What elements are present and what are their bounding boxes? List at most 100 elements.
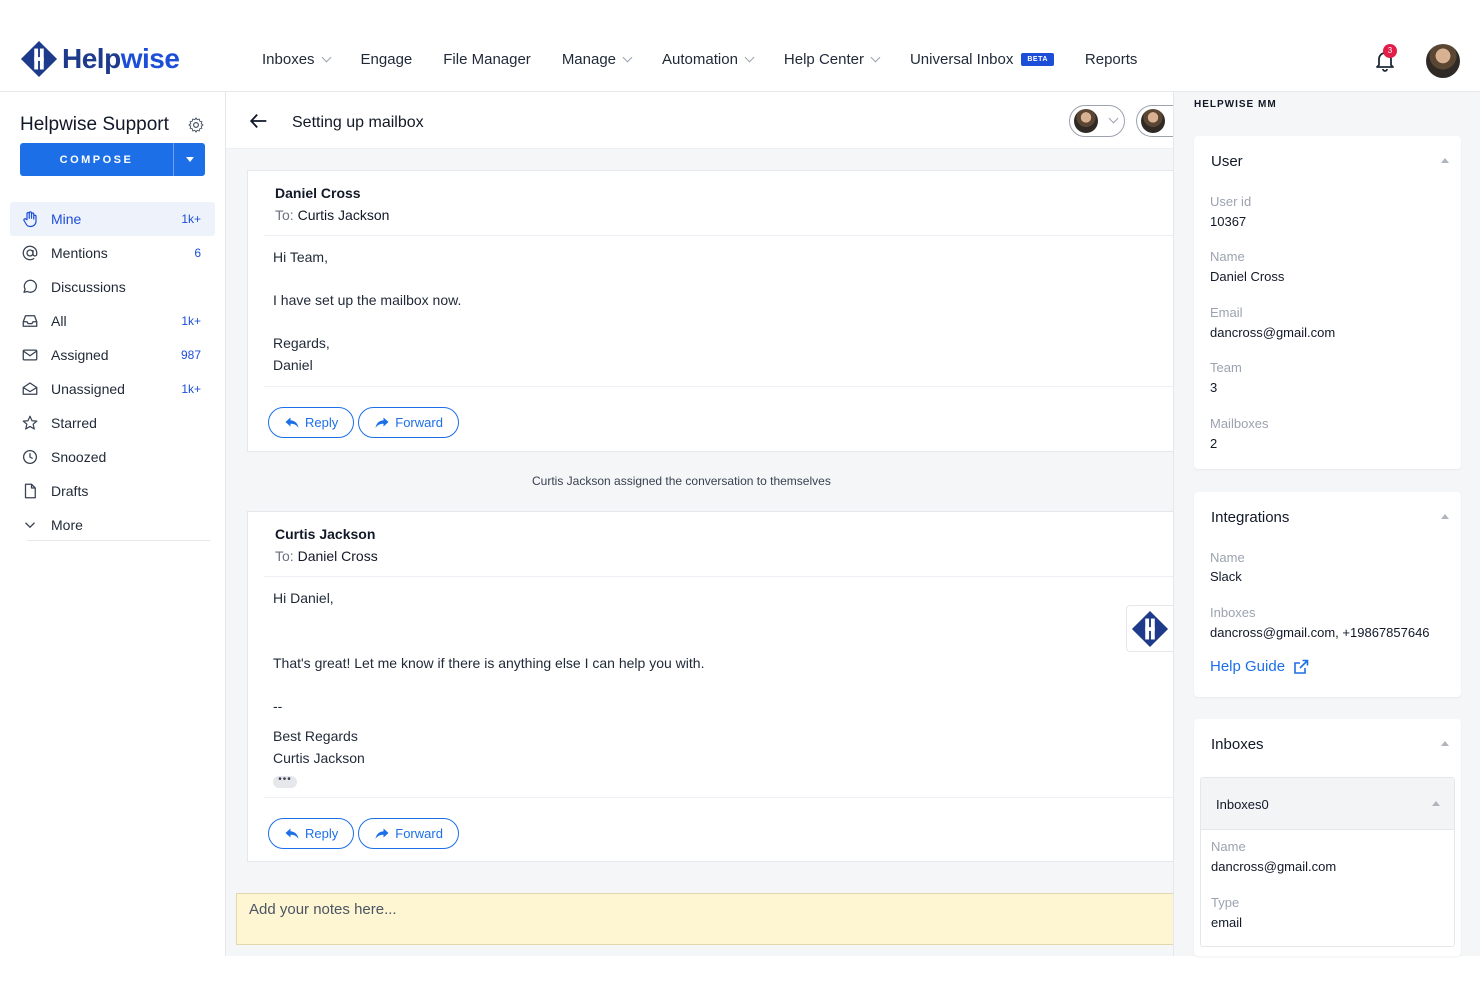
nav-manage[interactable]: Manage (562, 51, 633, 68)
nav-reports[interactable]: Reports (1085, 51, 1138, 68)
conversation-title: Setting up mailbox (292, 114, 424, 131)
notification-badge: 3 (1383, 44, 1397, 58)
workspace-title: Helpwise Support (20, 114, 169, 135)
gear-icon[interactable] (187, 116, 205, 134)
chevron-down-icon (1108, 113, 1119, 124)
collapse-caret-icon[interactable] (1441, 514, 1449, 519)
helpwise-widget-button[interactable] (1126, 605, 1173, 652)
at-icon (22, 245, 38, 261)
field-value: 2 (1210, 436, 1218, 451)
message-actions: Reply Forward (268, 407, 459, 438)
avatar (1074, 109, 1098, 133)
inboxes-card: Inboxes Inboxes0 Name dancross@gmail.com… (1194, 719, 1461, 956)
reply-button[interactable]: Reply (268, 407, 355, 438)
recipient-line: To: Curtis Jackson (275, 207, 390, 223)
field-label: Name (1211, 839, 1246, 854)
inbox-subcard-header[interactable]: Inboxes0 (1201, 778, 1454, 830)
field-label: Name (1210, 550, 1245, 565)
nav-universal-inbox[interactable]: Universal Inbox BETA (910, 51, 1054, 68)
chevron-down-icon (870, 52, 881, 63)
count-badge: 6 (194, 246, 201, 260)
clock-icon (22, 449, 38, 465)
inbox-subcard: Inboxes0 Name dancross@gmail.com Type em… (1200, 777, 1455, 947)
hand-icon (23, 211, 37, 228)
card-title: User (1211, 153, 1243, 170)
field-label: Email (1210, 305, 1243, 320)
compose-label: COMPOSE (59, 153, 134, 166)
compose-dropdown-button[interactable] (173, 143, 205, 176)
nav-file-manager[interactable]: File Manager (443, 51, 531, 68)
message-header: Daniel Cross To: Curtis Jackson (264, 171, 1173, 236)
chat-icon (23, 279, 37, 293)
file-icon (24, 483, 36, 499)
reply-button[interactable]: Reply (268, 818, 355, 849)
sidebar-item-assigned[interactable]: Assigned 987 (10, 338, 215, 372)
mail-icon (22, 349, 38, 361)
top-navbar: Helpwise Inboxes Engage File Manager Man… (0, 0, 1480, 92)
show-trimmed-button[interactable]: ••• (273, 775, 297, 788)
user-card: User User id 10367 Name Daniel Cross Ema… (1194, 136, 1461, 469)
helpwise-logo[interactable]: Helpwise (20, 40, 180, 78)
external-link-icon (1294, 659, 1309, 674)
reply-icon (285, 417, 299, 428)
collapse-caret-icon[interactable] (1441, 158, 1449, 163)
nav-engage[interactable]: Engage (361, 51, 413, 68)
mail-open-icon (22, 382, 38, 395)
collapse-caret-icon[interactable] (1441, 741, 1449, 746)
chevron-down-icon (622, 52, 633, 63)
count-badge: 1k+ (181, 314, 201, 328)
forward-icon (375, 417, 389, 428)
field-value: email (1211, 915, 1243, 930)
field-value: 10367 (1210, 214, 1247, 229)
forward-button[interactable]: Forward (358, 407, 459, 438)
caret-down-icon (185, 157, 194, 162)
sidebar-item-more[interactable]: More (10, 508, 215, 542)
message-line: Regards, (273, 335, 330, 351)
nav-help-center[interactable]: Help Center (784, 51, 881, 68)
divider (264, 386, 1173, 387)
assignee-dropdown[interactable] (1069, 105, 1125, 137)
panel-header: HELPWISE MM (1194, 99, 1277, 110)
message-line: Daniel (273, 357, 313, 373)
field-label: Type (1211, 895, 1240, 910)
message-line: Hi Daniel, (273, 590, 334, 606)
message-line: I have set up the mailbox now. (273, 292, 462, 308)
folder-list: Mine 1k+ Mentions 6 Discussions All 1k+ … (10, 202, 215, 542)
count-badge: 987 (180, 348, 201, 362)
divider (27, 540, 210, 541)
participant-avatar-button[interactable] (1136, 105, 1173, 137)
message-card: Curtis Jackson To: Daniel Cross Hi Danie… (247, 511, 1173, 862)
message-actions: Reply Forward (268, 818, 459, 849)
nav-inboxes[interactable]: Inboxes (262, 51, 331, 68)
collapse-caret-icon[interactable] (1432, 801, 1440, 806)
arrow-left-icon[interactable] (248, 110, 270, 132)
chevron-down-icon (321, 52, 331, 63)
system-event-note: Curtis Jackson assigned the conversation… (532, 474, 831, 488)
help-guide-link[interactable]: Help Guide (1210, 658, 1309, 675)
forward-button[interactable]: Forward (358, 818, 459, 849)
contact-details-panel: HELPWISE MM User User id 10367 Name Dani… (1173, 92, 1480, 956)
field-value: dancross@gmail.com, +19867857646 (1210, 625, 1430, 640)
sender-name: Curtis Jackson (275, 526, 376, 542)
field-label: User id (1210, 194, 1252, 209)
sidebar-item-drafts[interactable]: Drafts (10, 474, 215, 508)
field-value: 3 (1210, 380, 1218, 395)
sidebar-item-mentions[interactable]: Mentions 6 (10, 236, 215, 270)
sidebar-item-mine[interactable]: Mine 1k+ (10, 202, 215, 236)
field-value: Daniel Cross (1210, 269, 1285, 284)
sidebar-item-starred[interactable]: Starred (10, 406, 215, 440)
conversation-header: Setting up mailbox (226, 92, 1173, 149)
sidebar-item-all[interactable]: All 1k+ (10, 304, 215, 338)
field-label: Mailboxes (1210, 416, 1269, 431)
main-nav: Inboxes Engage File Manager Manage Autom… (262, 51, 1168, 68)
sender-name: Daniel Cross (275, 185, 361, 201)
user-avatar[interactable] (1426, 44, 1460, 78)
notes-input[interactable]: Add your notes here... (236, 893, 1173, 945)
sidebar-item-discussions[interactable]: Discussions (10, 270, 215, 304)
nav-automation[interactable]: Automation (662, 51, 755, 68)
card-title: Integrations (1211, 509, 1290, 526)
sidebar-item-unassigned[interactable]: Unassigned 1k+ (10, 372, 215, 406)
sidebar-item-snoozed[interactable]: Snoozed (10, 440, 215, 474)
compose-button[interactable]: COMPOSE (20, 143, 205, 176)
beta-badge: BETA (1021, 53, 1054, 66)
